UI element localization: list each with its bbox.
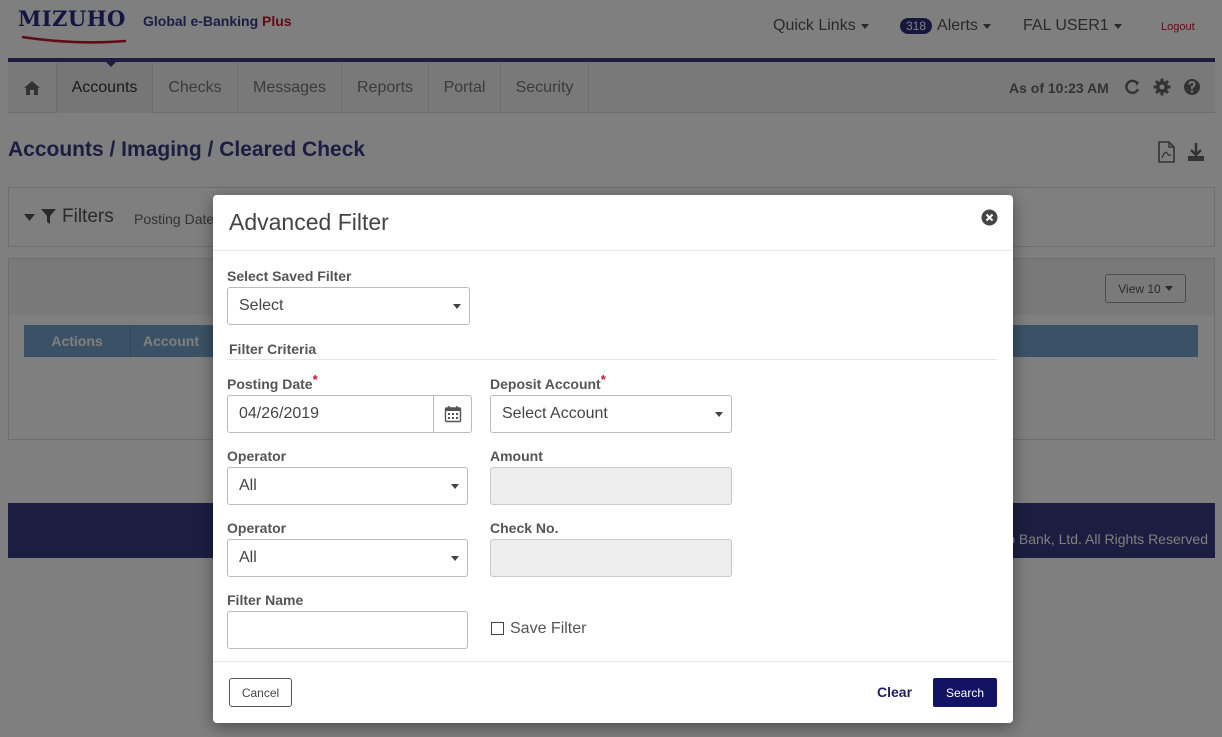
filter-criteria-heading: Filter Criteria xyxy=(229,341,317,357)
dialog-footer-divider xyxy=(213,661,1013,662)
check-operator-label: Operator xyxy=(227,520,287,536)
dialog-header-divider xyxy=(213,250,1013,251)
posting-date-label: Posting Date* xyxy=(227,372,318,392)
chevron-down-icon xyxy=(453,304,461,309)
save-filter-label[interactable]: Save Filter xyxy=(510,620,586,638)
posting-date-input[interactable]: 04/26/2019 xyxy=(227,395,434,433)
chevron-down-icon xyxy=(715,412,723,417)
deposit-account-select[interactable]: Select Account xyxy=(490,395,732,433)
close-icon[interactable] xyxy=(981,209,998,226)
amount-operator-label: Operator xyxy=(227,448,287,464)
cancel-button[interactable]: Cancel xyxy=(229,678,292,707)
amount-input[interactable] xyxy=(490,467,732,505)
required-asterisk: * xyxy=(600,372,606,387)
check-operator-select[interactable]: All xyxy=(227,539,468,577)
saved-filter-label: Select Saved Filter xyxy=(227,268,352,284)
chevron-down-icon xyxy=(451,484,459,489)
chevron-down-icon xyxy=(451,556,459,561)
check-number-input[interactable] xyxy=(490,539,732,577)
saved-filter-select[interactable]: Select xyxy=(227,287,470,325)
check-number-label: Check No. xyxy=(490,520,559,536)
amount-operator-select[interactable]: All xyxy=(227,467,468,505)
calendar-icon xyxy=(444,406,461,423)
deposit-account-label: Deposit Account* xyxy=(490,372,606,392)
amount-label: Amount xyxy=(490,448,543,464)
filter-name-input[interactable] xyxy=(227,611,468,649)
save-filter-checkbox[interactable] xyxy=(491,622,504,635)
filter-name-label: Filter Name xyxy=(227,592,304,608)
required-asterisk: * xyxy=(312,372,318,387)
search-button[interactable]: Search xyxy=(933,678,997,707)
date-picker-button[interactable] xyxy=(433,395,472,433)
dialog-title: Advanced Filter xyxy=(229,209,389,235)
clear-button[interactable]: Clear xyxy=(877,684,912,700)
advanced-filter-dialog: Advanced Filter Select Saved Filter Sele… xyxy=(213,195,1013,723)
criteria-divider xyxy=(227,359,997,360)
